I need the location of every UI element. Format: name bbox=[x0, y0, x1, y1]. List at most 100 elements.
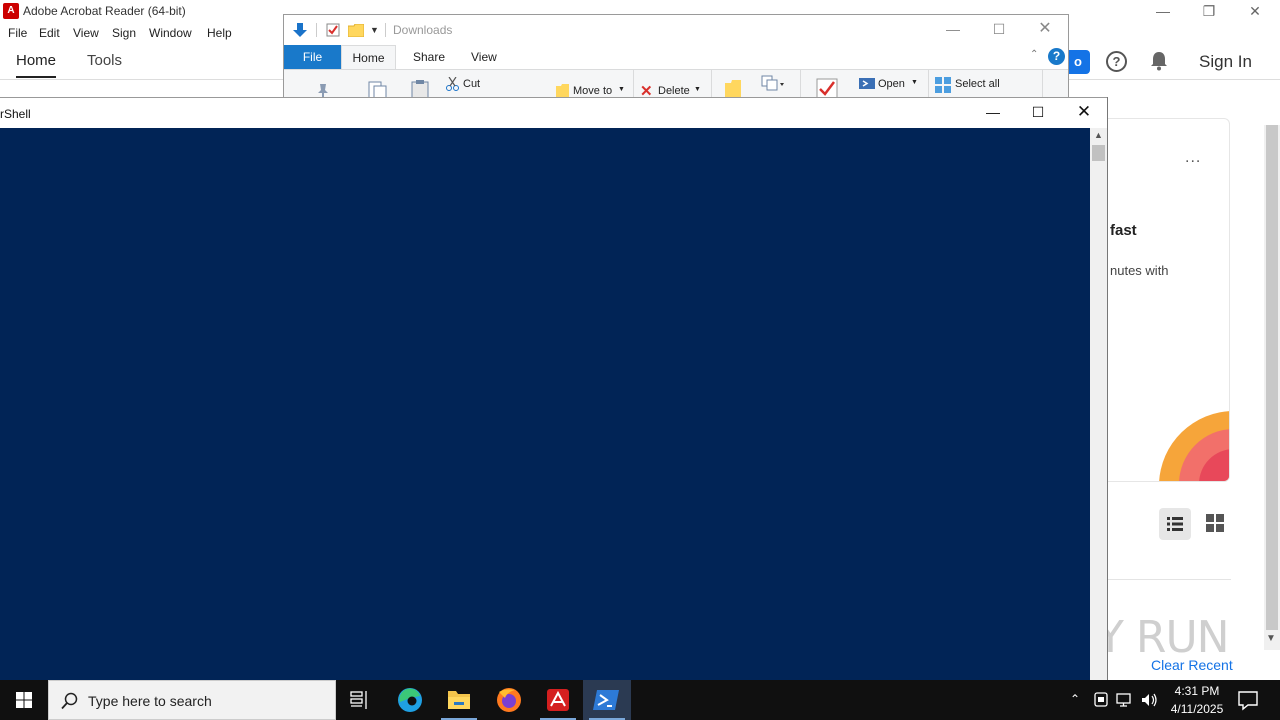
more-options-icon[interactable]: ... bbox=[1185, 149, 1201, 167]
acrobat-restore-button[interactable]: ❐ bbox=[1186, 0, 1232, 22]
new-folder-ribbon-icon[interactable] bbox=[725, 80, 741, 98]
powershell-minimize-button[interactable]: — bbox=[970, 98, 1016, 128]
task-view-button[interactable] bbox=[336, 680, 384, 720]
show-hidden-icons-icon[interactable]: ⌃ bbox=[1070, 692, 1080, 706]
open-dropdown-icon[interactable]: ▼ bbox=[911, 79, 918, 86]
acrobat-scroll-thumb[interactable] bbox=[1266, 125, 1278, 630]
open-button[interactable]: Open bbox=[878, 78, 905, 90]
select-all-icon bbox=[935, 77, 951, 93]
pin-icon[interactable] bbox=[314, 82, 332, 98]
separator bbox=[711, 70, 712, 98]
divider bbox=[1107, 579, 1231, 580]
clock-date[interactable]: 4/11/2025 bbox=[1166, 702, 1228, 716]
acrobat-scrollbar[interactable]: ▼ bbox=[1264, 125, 1280, 650]
powershell-maximize-button[interactable]: ☐ bbox=[1015, 98, 1061, 128]
grid-view-icon[interactable] bbox=[1204, 512, 1226, 534]
search-placeholder: Type here to search bbox=[88, 693, 212, 709]
help-icon[interactable]: ? bbox=[1106, 51, 1127, 72]
menu-file[interactable]: File bbox=[8, 26, 27, 40]
scissors-icon[interactable] bbox=[446, 77, 459, 91]
powershell-titlebar[interactable]: rShell — ☐ ✕ bbox=[0, 97, 1107, 128]
move-to-dropdown-icon[interactable]: ▼ bbox=[618, 86, 625, 93]
acrobat-close-button[interactable]: ✕ bbox=[1232, 0, 1278, 22]
powershell-scroll-thumb[interactable] bbox=[1092, 145, 1105, 161]
separator bbox=[316, 23, 317, 37]
taskbar: Type here to search ⌃ 4:31 PM 4/11/2025 bbox=[0, 680, 1280, 720]
promo-body: nutes with bbox=[1110, 263, 1169, 278]
volume-icon[interactable] bbox=[1142, 693, 1157, 707]
menu-window[interactable]: Window bbox=[149, 26, 192, 40]
select-all-button[interactable]: Select all bbox=[955, 78, 1000, 90]
acrobat-minimize-button[interactable]: — bbox=[1140, 0, 1186, 22]
tab-view[interactable]: View bbox=[471, 45, 497, 69]
promo-heading: fast bbox=[1110, 222, 1137, 239]
tab-home[interactable]: Home bbox=[16, 52, 57, 78]
new-item-icon[interactable] bbox=[761, 75, 785, 93]
system-tray-icons bbox=[1094, 692, 1157, 707]
start-button[interactable] bbox=[0, 680, 48, 720]
properties-icon[interactable] bbox=[326, 23, 340, 37]
menu-edit[interactable]: Edit bbox=[39, 26, 60, 40]
collapse-ribbon-icon[interactable]: ⌃ bbox=[1030, 49, 1038, 60]
acrobat-share-button[interactable]: o bbox=[1066, 50, 1090, 74]
properties-ribbon-icon[interactable] bbox=[816, 78, 838, 98]
action-center-button[interactable] bbox=[1228, 680, 1268, 720]
sign-in-link[interactable]: Sign In bbox=[1199, 52, 1252, 72]
powershell-close-button[interactable]: ✕ bbox=[1061, 98, 1107, 128]
menu-view[interactable]: View bbox=[73, 26, 99, 40]
powershell-icon bbox=[593, 690, 619, 710]
copy-icon[interactable] bbox=[367, 80, 389, 98]
firefox-icon bbox=[497, 688, 521, 712]
tab-share[interactable]: Share bbox=[413, 45, 445, 69]
meet-now-icon[interactable] bbox=[1094, 692, 1108, 707]
windows-logo-icon bbox=[16, 692, 32, 708]
powershell-scrollbar[interactable]: ▲ bbox=[1090, 128, 1107, 680]
acrobat-icon bbox=[547, 689, 569, 711]
network-icon[interactable] bbox=[1116, 693, 1131, 707]
quick-access-dropdown-icon[interactable]: ▼ bbox=[370, 25, 379, 35]
search-icon bbox=[61, 692, 78, 710]
paste-icon[interactable] bbox=[410, 79, 430, 98]
taskbar-edge[interactable] bbox=[386, 680, 434, 720]
bell-icon[interactable] bbox=[1150, 51, 1168, 71]
move-to-icon bbox=[556, 84, 569, 97]
explorer-minimize-button[interactable]: — bbox=[930, 15, 976, 45]
taskbar-file-explorer[interactable] bbox=[435, 680, 483, 720]
open-icon bbox=[859, 78, 875, 89]
scroll-down-arrow-icon[interactable]: ▼ bbox=[1266, 633, 1276, 644]
file-explorer-icon bbox=[448, 691, 470, 709]
move-to-button[interactable]: Move to bbox=[573, 85, 612, 97]
powershell-window-title: rShell bbox=[0, 107, 31, 121]
delete-dropdown-icon[interactable]: ▼ bbox=[694, 86, 701, 93]
scroll-up-arrow-icon[interactable]: ▲ bbox=[1094, 130, 1103, 140]
explorer-help-icon[interactable]: ? bbox=[1048, 48, 1065, 65]
list-view-button[interactable] bbox=[1159, 508, 1191, 540]
explorer-titlebar: ▼ Downloads — ☐ ✕ bbox=[284, 15, 1068, 45]
explorer-ribbon-tabs: File Home Share View ⌃ ? bbox=[284, 45, 1068, 70]
taskbar-powershell[interactable] bbox=[583, 680, 631, 720]
taskbar-firefox[interactable] bbox=[485, 680, 533, 720]
acrobat-logo-icon: A bbox=[3, 3, 19, 19]
promo-illustration bbox=[1159, 411, 1229, 481]
explorer-maximize-button[interactable]: ☐ bbox=[976, 15, 1022, 45]
powershell-console[interactable] bbox=[0, 128, 1090, 680]
tab-home[interactable]: Home bbox=[341, 45, 396, 70]
tab-tools[interactable]: Tools bbox=[87, 52, 122, 69]
explorer-window-title: Downloads bbox=[393, 23, 453, 37]
explorer-close-button[interactable]: ✕ bbox=[1022, 15, 1068, 45]
separator bbox=[928, 70, 929, 98]
task-view-icon bbox=[350, 691, 367, 709]
powershell-window: rShell — ☐ ✕ ▲ bbox=[0, 97, 1108, 680]
file-explorer-window: ▼ Downloads — ☐ ✕ File Home Share View ⌃… bbox=[283, 14, 1069, 98]
taskbar-acrobat[interactable] bbox=[534, 680, 582, 720]
separator bbox=[1042, 70, 1043, 98]
new-folder-icon[interactable] bbox=[348, 24, 364, 37]
menu-help[interactable]: Help bbox=[207, 26, 232, 40]
list-view-icon bbox=[1167, 517, 1183, 531]
taskbar-search-box[interactable]: Type here to search bbox=[48, 680, 336, 720]
menu-sign[interactable]: Sign bbox=[112, 26, 136, 40]
clock-time[interactable]: 4:31 PM bbox=[1168, 684, 1226, 698]
cut-button[interactable]: Cut bbox=[463, 78, 480, 90]
tab-file[interactable]: File bbox=[284, 45, 341, 69]
delete-button[interactable]: Delete bbox=[658, 85, 690, 97]
